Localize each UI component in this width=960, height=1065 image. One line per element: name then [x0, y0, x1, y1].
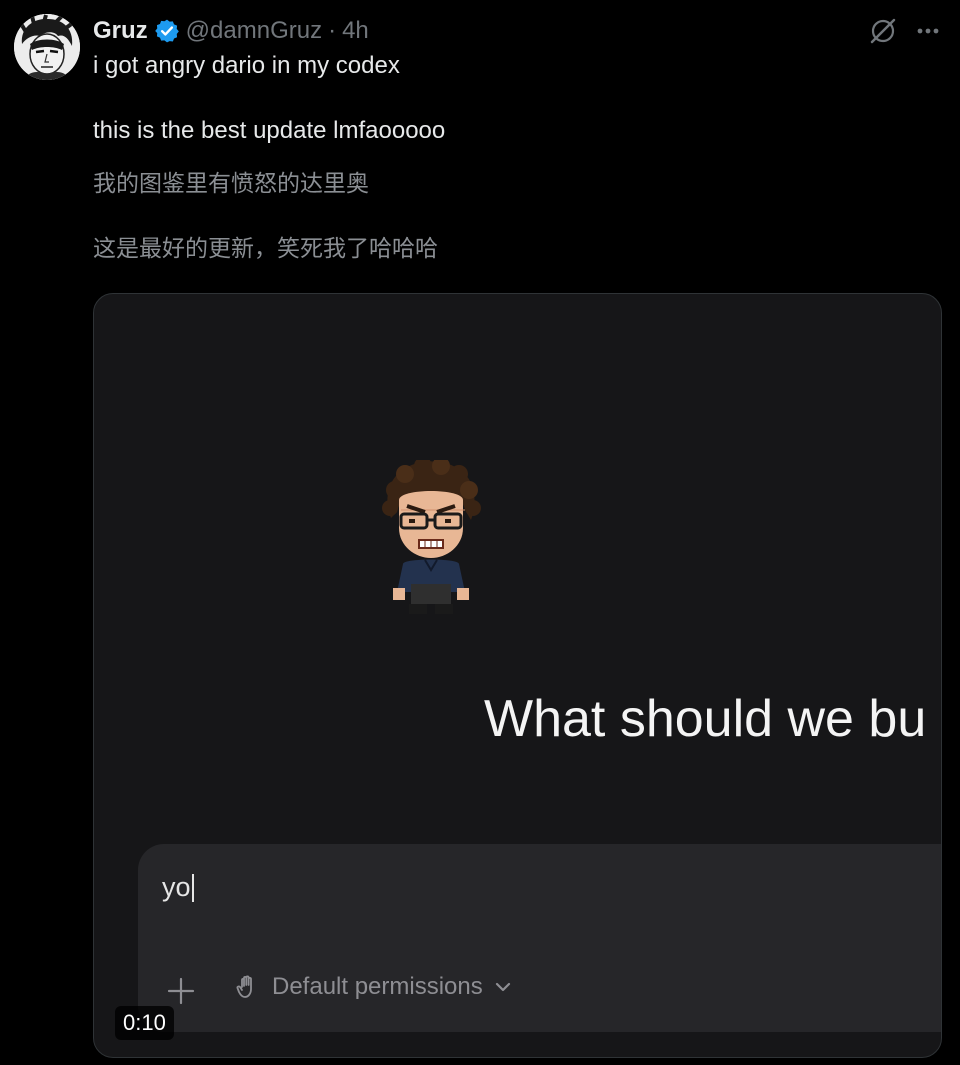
angry-dario-sprite — [382, 460, 481, 614]
prompt-input[interactable]: yo — [162, 872, 194, 903]
grok-button[interactable] — [866, 14, 900, 48]
plus-icon — [167, 977, 195, 1005]
video-headline: What should we bu — [484, 690, 927, 748]
tweet: Gruz @damnGruz · 4h i got angry dario in… — [0, 0, 960, 1065]
more-button[interactable] — [911, 14, 945, 48]
text-caret — [191, 873, 194, 902]
tweet-text-line: this is the best update lmfaooooo — [93, 117, 446, 144]
more-icon — [917, 28, 939, 34]
add-attachment-button[interactable] — [166, 976, 196, 1006]
prompt-composer[interactable]: yo Default permissions — [138, 844, 941, 1032]
chevron-down-icon — [495, 982, 510, 992]
permissions-dropdown[interactable]: Default permissions — [234, 973, 513, 1001]
tweet-text-line: i got angry dario in my codex — [93, 52, 400, 79]
verified-badge-icon — [154, 18, 180, 44]
tweet-header: Gruz @damnGruz · 4h — [93, 14, 369, 48]
hand-icon — [236, 975, 252, 998]
translated-text-line: 这是最好的更新，笑死我了哈哈哈 — [93, 236, 438, 262]
post-time[interactable]: 4h — [342, 17, 369, 45]
avatar[interactable] — [14, 14, 80, 80]
video-timestamp-badge: 0:10 — [115, 1006, 174, 1040]
separator-dot: · — [328, 17, 337, 44]
translated-text-line: 我的图鉴里有愤怒的达里奥 — [93, 171, 369, 197]
permissions-label: Default permissions — [272, 973, 483, 1000]
prompt-input-value: yo — [162, 872, 191, 902]
video-player[interactable]: What should we bu yo Default permissions — [93, 293, 942, 1058]
author-handle[interactable]: @damnGruz — [186, 17, 322, 45]
grok-icon — [870, 18, 896, 44]
author-name[interactable]: Gruz — [93, 17, 148, 45]
avatar-image — [14, 14, 80, 80]
